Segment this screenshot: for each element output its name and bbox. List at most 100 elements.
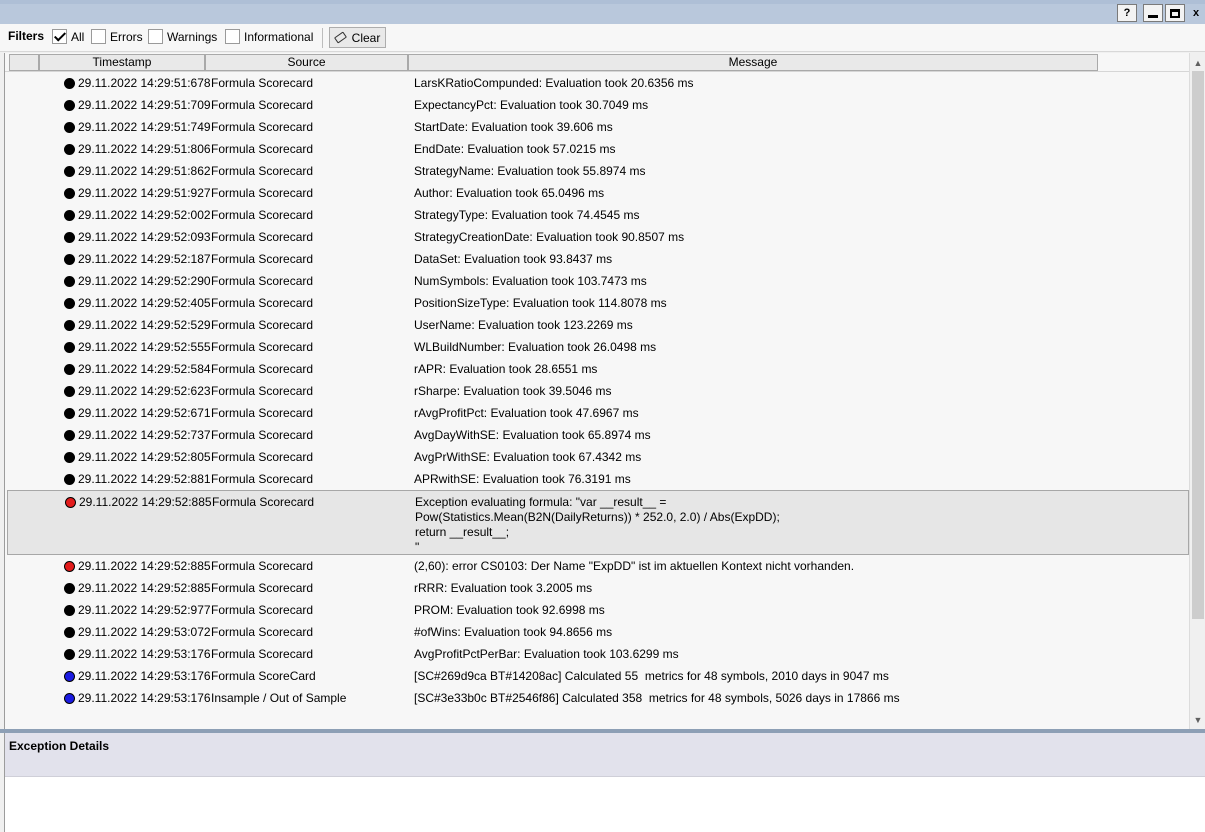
checkbox-unchecked-icon[interactable] xyxy=(148,29,163,44)
table-row[interactable]: 29.11.2022 14:29:52:623 Formula Scorecard… xyxy=(5,380,1189,402)
column-header-message[interactable]: Message xyxy=(408,54,1098,71)
toolbar-separator xyxy=(322,28,323,48)
timestamp-cell: 29.11.2022 14:29:52:671 xyxy=(78,406,211,420)
red-dot-icon xyxy=(64,561,75,572)
red-dot-icon xyxy=(65,497,76,508)
black-dot-icon xyxy=(64,342,75,353)
source-cell: Formula Scorecard xyxy=(211,559,314,573)
minimize-button[interactable] xyxy=(1143,4,1163,22)
message-cell: (2,60): error CS0103: Der Name "ExpDD" i… xyxy=(414,559,855,573)
black-dot-icon xyxy=(64,210,75,221)
table-row[interactable]: 29.11.2022 14:29:52:885 Formula Scorecard… xyxy=(5,577,1189,599)
table-row[interactable]: 29.11.2022 14:29:52:187 Formula Scorecard… xyxy=(5,248,1189,270)
checkbox-unchecked-icon[interactable] xyxy=(225,29,240,44)
table-row[interactable]: 29.11.2022 14:29:52:671 Formula Scorecard… xyxy=(5,402,1189,424)
table-row[interactable]: 29.11.2022 14:29:51:709 Formula Scorecard… xyxy=(5,94,1189,116)
black-dot-icon xyxy=(64,100,75,111)
table-row[interactable]: 29.11.2022 14:29:53:072 Formula Scorecard… xyxy=(5,621,1189,643)
table-row[interactable]: 29.11.2022 14:29:53:176 Formula ScoreCard… xyxy=(5,665,1189,687)
message-cell: rAvgProfitPct: Evaluation took 47.6967 m… xyxy=(414,406,639,420)
source-cell: Formula Scorecard xyxy=(211,164,314,178)
table-row[interactable]: 29.11.2022 14:29:51:678 Formula Scorecard… xyxy=(5,72,1189,94)
timestamp-cell: 29.11.2022 14:29:52:002 xyxy=(78,208,211,222)
message-cell: NumSymbols: Evaluation took 103.7473 ms xyxy=(414,274,647,288)
blue-dot-icon xyxy=(64,693,75,704)
timestamp-cell: 29.11.2022 14:29:51:709 xyxy=(78,98,211,112)
filter-all-checkbox[interactable]: All xyxy=(52,29,84,44)
source-cell: Formula Scorecard xyxy=(211,318,314,332)
timestamp-cell: 29.11.2022 14:29:52:737 xyxy=(78,428,211,442)
message-cell: StartDate: Evaluation took 39.606 ms xyxy=(414,120,613,134)
filters-toolbar: Filters All Errors Warnings Informationa… xyxy=(0,24,1205,52)
exception-details-header: Exception Details xyxy=(5,733,1205,777)
timestamp-cell: 29.11.2022 14:29:51:927 xyxy=(78,186,211,200)
scrollbar-thumb[interactable] xyxy=(1192,71,1204,619)
timestamp-cell: 29.11.2022 14:29:52:881 xyxy=(78,472,211,486)
message-cell: rSharpe: Evaluation took 39.5046 ms xyxy=(414,384,612,398)
table-row[interactable]: 29.11.2022 14:29:52:881 Formula Scorecard… xyxy=(5,468,1189,490)
maximize-button[interactable] xyxy=(1165,4,1185,22)
timestamp-cell: 29.11.2022 14:29:52:290 xyxy=(78,274,211,288)
table-row[interactable]: 29.11.2022 14:29:52:977 Formula Scorecard… xyxy=(5,599,1189,621)
black-dot-icon xyxy=(64,474,75,485)
message-cell: [SC#3e33b0c BT#2546f86] Calculated 358 m… xyxy=(414,691,900,705)
vertical-scrollbar[interactable]: ▲ ▼ xyxy=(1189,53,1205,729)
table-row[interactable]: 29.11.2022 14:29:52:290 Formula Scorecard… xyxy=(5,270,1189,292)
scroll-down-icon[interactable]: ▼ xyxy=(1190,711,1205,728)
table-row-selected[interactable]: 29.11.2022 14:29:52:885 Formula Scorecard… xyxy=(7,490,1189,555)
source-cell: Formula Scorecard xyxy=(211,428,314,442)
message-cell: DataSet: Evaluation took 93.8437 ms xyxy=(414,252,613,266)
filter-informational-label: Informational xyxy=(244,29,314,44)
filter-errors-label: Errors xyxy=(110,29,143,44)
source-cell: Formula Scorecard xyxy=(211,274,314,288)
column-header-timestamp[interactable]: Timestamp xyxy=(39,54,205,71)
timestamp-cell: 29.11.2022 14:29:52:187 xyxy=(78,252,211,266)
table-row[interactable]: 29.11.2022 14:29:52:529 Formula Scorecard… xyxy=(5,314,1189,336)
filter-errors-checkbox[interactable]: Errors xyxy=(91,29,143,44)
message-cell: EndDate: Evaluation took 57.0215 ms xyxy=(414,142,616,156)
black-dot-icon xyxy=(64,627,75,638)
message-cell: PROM: Evaluation took 92.6998 ms xyxy=(414,603,605,617)
filter-informational-checkbox[interactable]: Informational xyxy=(225,29,313,44)
table-row[interactable]: 29.11.2022 14:29:52:805 Formula Scorecard… xyxy=(5,446,1189,468)
filter-warnings-checkbox[interactable]: Warnings xyxy=(148,29,217,44)
help-button[interactable]: ? xyxy=(1117,4,1137,22)
source-cell: Formula Scorecard xyxy=(211,472,314,486)
timestamp-cell: 29.11.2022 14:29:51:862 xyxy=(78,164,211,178)
table-row[interactable]: 29.11.2022 14:29:52:584 Formula Scorecard… xyxy=(5,358,1189,380)
message-cell: Exception evaluating formula: "var __res… xyxy=(415,495,780,554)
message-cell: AvgProfitPctPerBar: Evaluation took 103.… xyxy=(414,647,679,661)
table-row[interactable]: 29.11.2022 14:29:51:806 Formula Scorecard… xyxy=(5,138,1189,160)
scroll-up-icon[interactable]: ▲ xyxy=(1190,54,1205,71)
close-button[interactable]: x xyxy=(1187,4,1205,22)
checkbox-unchecked-icon[interactable] xyxy=(91,29,106,44)
table-row[interactable]: 29.11.2022 14:29:52:555 Formula Scorecard… xyxy=(5,336,1189,358)
table-row[interactable]: 29.11.2022 14:29:52:737 Formula Scorecard… xyxy=(5,424,1189,446)
black-dot-icon xyxy=(64,232,75,243)
table-row[interactable]: 29.11.2022 14:29:52:405 Formula Scorecard… xyxy=(5,292,1189,314)
column-header-indicator[interactable] xyxy=(9,54,39,71)
checkbox-checked-icon[interactable] xyxy=(52,29,67,44)
message-cell: AvgDayWithSE: Evaluation took 65.8974 ms xyxy=(414,428,651,442)
timestamp-cell: 29.11.2022 14:29:52:584 xyxy=(78,362,211,376)
table-row[interactable]: 29.11.2022 14:29:51:749 Formula Scorecard… xyxy=(5,116,1189,138)
table-row[interactable]: 29.11.2022 14:29:51:862 Formula Scorecard… xyxy=(5,160,1189,182)
timestamp-cell: 29.11.2022 14:29:52:529 xyxy=(78,318,211,332)
source-cell: Formula Scorecard xyxy=(212,495,315,509)
maximize-icon xyxy=(1170,8,1180,18)
table-row[interactable]: 29.11.2022 14:29:52:885 Formula Scorecard… xyxy=(5,555,1189,577)
table-row[interactable]: 29.11.2022 14:29:53:176 Insample / Out of… xyxy=(5,687,1189,709)
source-cell: Formula Scorecard xyxy=(211,208,314,222)
clear-button[interactable]: Clear xyxy=(329,27,386,48)
timestamp-cell: 29.11.2022 14:29:53:176 xyxy=(78,669,211,683)
table-row[interactable]: 29.11.2022 14:29:52:002 Formula Scorecard… xyxy=(5,204,1189,226)
column-header-source[interactable]: Source xyxy=(205,54,408,71)
log-grid: Timestamp Source Message 29.11.2022 14:2… xyxy=(4,53,1205,729)
table-row[interactable]: 29.11.2022 14:29:53:176 Formula Scorecard… xyxy=(5,643,1189,665)
timestamp-cell: 29.11.2022 14:29:52:805 xyxy=(78,450,211,464)
table-row[interactable]: 29.11.2022 14:29:52:093 Formula Scorecard… xyxy=(5,226,1189,248)
message-cell: UserName: Evaluation took 123.2269 ms xyxy=(414,318,633,332)
exception-details-title: Exception Details xyxy=(9,739,110,753)
table-row[interactable]: 29.11.2022 14:29:51:927 Formula Scorecard… xyxy=(5,182,1189,204)
black-dot-icon xyxy=(64,122,75,133)
